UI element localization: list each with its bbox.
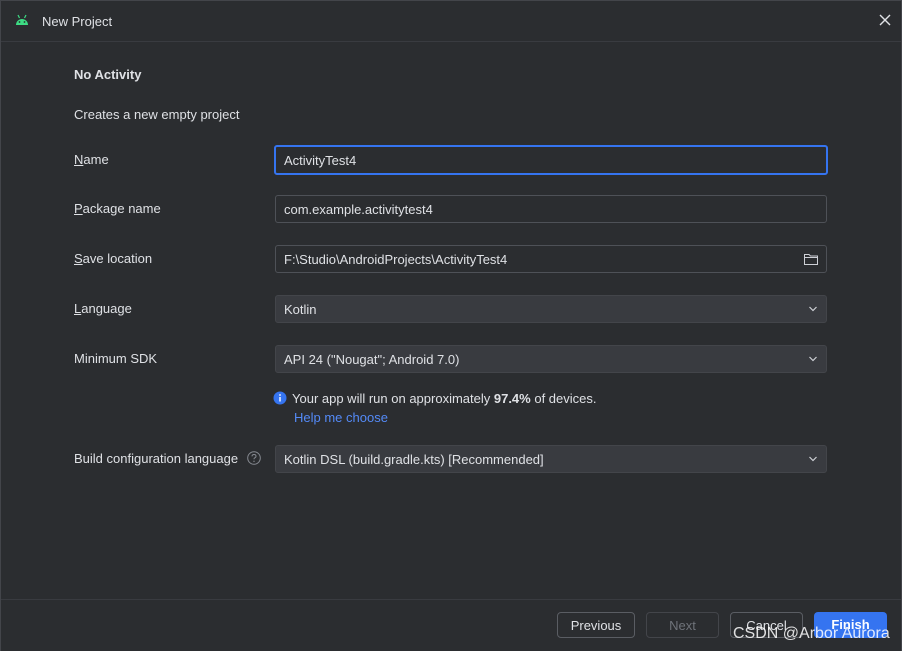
- build-config-selected: Kotlin DSL (build.gradle.kts) [Recommend…: [284, 452, 544, 467]
- save-location-field[interactable]: [275, 245, 827, 273]
- name-input[interactable]: [276, 147, 826, 173]
- sdk-coverage-prefix: Your app will run on approximately: [292, 391, 494, 406]
- title-bar: New Project: [1, 1, 901, 42]
- language-selected: Kotlin: [284, 302, 317, 317]
- name-label-text: ame: [83, 152, 109, 167]
- chevron-down-icon: [809, 456, 817, 462]
- previous-button[interactable]: Previous: [557, 612, 635, 638]
- build-config-label: Build configuration language: [74, 451, 239, 466]
- package-name-field[interactable]: [275, 195, 827, 223]
- save-location-input[interactable]: [276, 246, 826, 272]
- template-heading: No Activity: [74, 67, 142, 82]
- chevron-down-icon: [809, 306, 817, 312]
- next-button[interactable]: Next: [646, 612, 719, 638]
- help-me-choose-link[interactable]: Help me choose: [294, 410, 388, 425]
- save-location-label-mnemonic: S: [74, 251, 83, 266]
- sdk-coverage-text: Your app will run on approximately 97.4%…: [292, 391, 597, 406]
- sdk-coverage-suffix: of devices.: [530, 391, 597, 406]
- name-field[interactable]: [274, 145, 828, 175]
- name-label: Name: [74, 152, 109, 167]
- window-title: New Project: [42, 14, 113, 29]
- android-icon: [16, 14, 28, 25]
- chevron-down-icon: [809, 356, 817, 362]
- language-label-text: anguage: [81, 301, 132, 316]
- build-config-dropdown[interactable]: Kotlin DSL (build.gradle.kts) [Recommend…: [275, 445, 827, 473]
- sdk-coverage-percent: 97.4%: [493, 391, 531, 406]
- language-dropdown[interactable]: Kotlin: [275, 295, 827, 323]
- info-icon: [273, 391, 287, 405]
- package-label-text: ackage name: [82, 201, 161, 216]
- name-label-mnemonic: N: [74, 152, 84, 167]
- watermark: CSDN @Arbor Aurora: [733, 625, 890, 642]
- save-location-label: Save location: [74, 251, 152, 266]
- help-question-icon[interactable]: [247, 451, 261, 465]
- template-description: Creates a new empty project: [74, 107, 240, 122]
- minimum-sdk-dropdown[interactable]: API 24 ("Nougat"; Android 7.0): [275, 345, 827, 373]
- language-label: Language: [74, 301, 132, 316]
- minimum-sdk-label: Minimum SDK: [74, 351, 158, 366]
- save-location-label-text: ave location: [82, 251, 153, 266]
- package-name-input[interactable]: [276, 196, 826, 222]
- new-project-dialog: New Project No Activity Creates a new em…: [0, 0, 902, 651]
- minimum-sdk-selected: API 24 ("Nougat"; Android 7.0): [284, 352, 460, 367]
- folder-icon[interactable]: [803, 252, 819, 266]
- package-label-mnemonic: P: [74, 201, 83, 216]
- package-name-label: Package name: [74, 201, 161, 216]
- close-icon[interactable]: [877, 12, 893, 28]
